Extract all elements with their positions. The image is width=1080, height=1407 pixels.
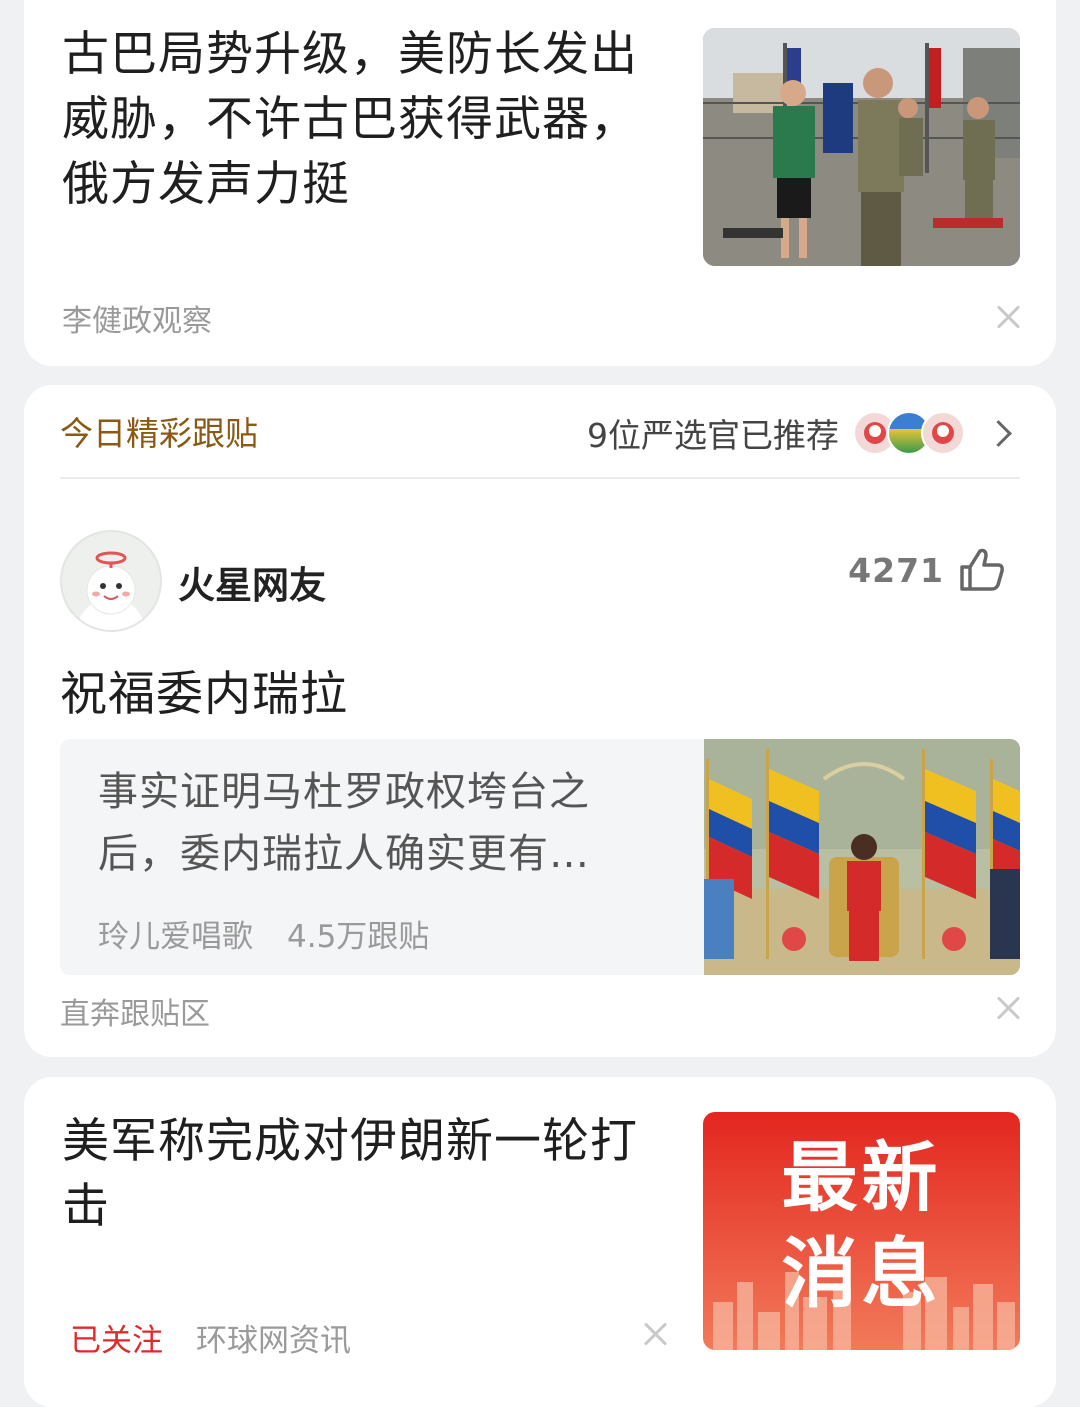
section-title: 今日精彩跟贴 bbox=[60, 414, 258, 453]
quoted-article-title: 事实证明马杜罗政权垮台之后，委内瑞拉人确实更有… bbox=[98, 769, 590, 877]
username[interactable]: 火星网友 bbox=[178, 555, 326, 609]
like-button[interactable]: 4271 bbox=[848, 547, 1006, 593]
comment-text[interactable]: 祝福委内瑞拉 bbox=[60, 655, 348, 724]
divider bbox=[60, 477, 1020, 479]
recommenders-link[interactable]: 9位严选官已推荐 bbox=[587, 411, 1012, 455]
hot-comment-card: 今日精彩跟贴 9位严选官已推荐 火星网友 4271 祝福委内瑞拉 事实证明马杜罗… bbox=[24, 385, 1056, 1057]
military-photo bbox=[703, 28, 1020, 266]
chevron-right-icon bbox=[985, 419, 1012, 447]
avatar-icon[interactable] bbox=[60, 530, 162, 632]
quoted-article-author: 玲儿爱唱歌 bbox=[98, 919, 253, 955]
news-card-iran[interactable]: 美军称完成对伊朗新一轮打击 最新 消息 已关注 环球网资讯 bbox=[24, 1077, 1056, 1407]
avatar-icon bbox=[921, 411, 965, 455]
source-label[interactable]: 李健政观察 bbox=[62, 296, 212, 340]
news-thumbnail[interactable]: 最新 消息 bbox=[703, 1112, 1020, 1350]
jump-to-comments-link[interactable]: 直奔跟贴区 bbox=[60, 989, 210, 1033]
thumbs-up-icon bbox=[960, 548, 1004, 591]
source-label[interactable]: 环球网资讯 bbox=[196, 1315, 351, 1360]
headline[interactable]: 古巴局势升级，美防长发出威胁，不许古巴获得武器，俄方发声力挺 bbox=[62, 22, 642, 217]
news-thumbnail[interactable] bbox=[703, 28, 1020, 266]
headline[interactable]: 美军称完成对伊朗新一轮打击 bbox=[62, 1109, 642, 1239]
close-icon[interactable] bbox=[994, 302, 1024, 332]
close-icon[interactable] bbox=[994, 993, 1024, 1023]
like-count: 4271 bbox=[848, 550, 944, 590]
followed-badge[interactable]: 已关注 bbox=[70, 1315, 163, 1360]
quoted-article-meta: 玲儿爱唱歌 4.5万跟贴 bbox=[98, 911, 429, 956]
recommender-avatars bbox=[853, 411, 965, 455]
venezuela-photo bbox=[704, 739, 1020, 975]
close-icon[interactable] bbox=[641, 1319, 671, 1349]
quoted-article[interactable]: 事实证明马杜罗政权垮台之后，委内瑞拉人确实更有… 玲儿爱唱歌 4.5万跟贴 bbox=[60, 739, 1020, 975]
thumb-text-line1: 最新 bbox=[781, 1133, 942, 1222]
thumb-text-line2: 消息 bbox=[781, 1229, 942, 1318]
quoted-article-replies: 4.5万跟贴 bbox=[287, 919, 430, 955]
recommend-text: 9位严选官已推荐 bbox=[587, 416, 839, 455]
news-card-cuba[interactable]: 古巴局势升级，美防长发出威胁，不许古巴获得武器，俄方发声力挺 李健政观察 bbox=[24, 0, 1056, 366]
